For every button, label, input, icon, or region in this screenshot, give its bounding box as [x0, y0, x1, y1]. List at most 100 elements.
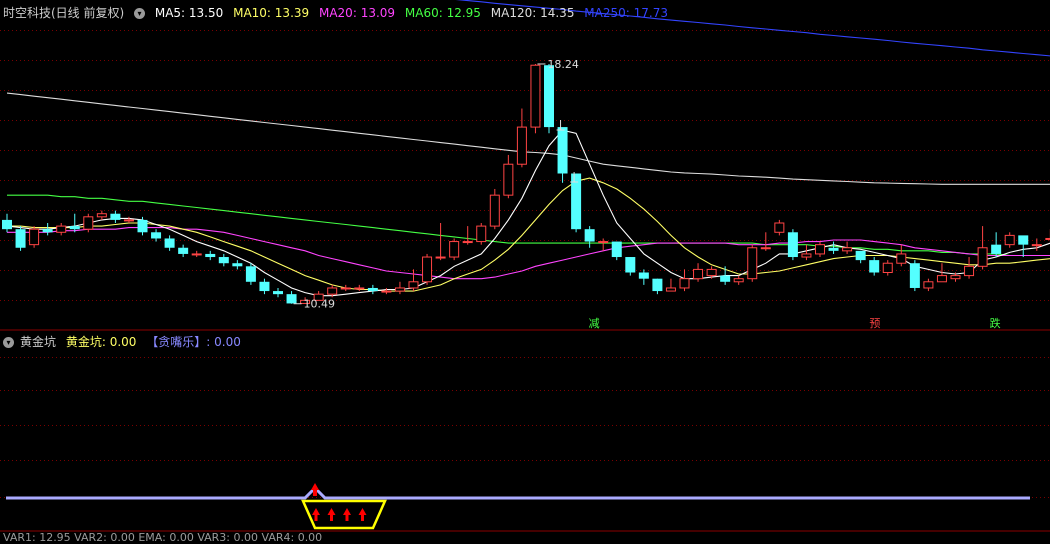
chart-canvas: 18.2410.49减预跌涨 [0, 0, 1050, 532]
candle-up [1031, 244, 1042, 247]
candle-up [882, 262, 893, 273]
candle-down [178, 247, 189, 254]
candle-down [557, 127, 568, 174]
candle-down [245, 266, 256, 282]
candle-down [1018, 235, 1029, 245]
signal-marker: 跌 [990, 316, 1001, 330]
candle-down [909, 263, 920, 288]
candle-up [381, 290, 392, 293]
up-arrow-icon [312, 508, 320, 515]
candle-up [1004, 234, 1015, 246]
candle-up [896, 253, 907, 264]
candle-down [2, 219, 12, 230]
ma10-line [7, 177, 1050, 292]
candle-down [286, 294, 297, 304]
indicator-title: 黄金坑 [20, 335, 57, 349]
candle-down [544, 65, 554, 128]
ma60-line [7, 194, 1050, 257]
candle-up [733, 278, 744, 283]
tanzuile-value: : 0.00 [206, 335, 241, 349]
candle-down [137, 219, 148, 233]
signal-marker: 预 [869, 317, 880, 330]
gold-pit-value: 黄金坑: 0.00 [65, 335, 137, 349]
candle-up [462, 241, 473, 244]
ma10-label: MA10: 13.39 [233, 6, 310, 20]
price-extreme-label: 10.49 [304, 298, 336, 311]
candle-up [354, 287, 365, 290]
candle-up [96, 213, 107, 218]
ma250-label: MA250: 17.73 [584, 6, 668, 20]
candle-down [367, 287, 378, 292]
candle-down [273, 291, 283, 295]
candle-up [83, 216, 94, 230]
candle-down [259, 281, 270, 292]
candle-down [787, 232, 798, 258]
candle-down [869, 260, 880, 273]
candle-up [964, 265, 975, 277]
candle-up [503, 163, 514, 196]
candle-up [923, 281, 934, 289]
candle-up [340, 287, 351, 290]
candle-down [232, 263, 243, 267]
candle-up [408, 281, 419, 289]
candle-up [693, 268, 704, 280]
main-chart-header: 时空科技(日线 前复权) ▾ MA5: 13.50 MA10: 13.39 MA… [3, 4, 674, 21]
candle-down [625, 257, 636, 273]
ma5-label: MA5: 13.50 [154, 6, 224, 20]
gold-pit-line [6, 485, 1030, 500]
candle-down [15, 229, 26, 248]
peak-arrow-icon [313, 490, 317, 496]
candle-up [191, 253, 202, 256]
ma20-line [7, 227, 1050, 280]
candle-up [679, 278, 690, 289]
candle-down [42, 229, 53, 233]
candle-up [327, 287, 338, 295]
candle-up [950, 275, 961, 280]
ma120-line [6, 92, 1050, 185]
candle-down [69, 226, 80, 230]
candle-down [611, 241, 622, 258]
candle-up [842, 247, 853, 252]
candle-down [218, 257, 229, 264]
candle-up [394, 287, 405, 292]
candle-up [706, 268, 717, 277]
candle-down [205, 253, 216, 258]
candle-up [56, 225, 67, 233]
candle-up [530, 64, 541, 128]
candle-up [977, 247, 988, 267]
candle-down [720, 275, 731, 282]
peak-arrow-icon [311, 483, 319, 490]
candle-up [665, 287, 676, 292]
candle-up [435, 256, 446, 259]
candle-down [828, 247, 839, 251]
candle-up [449, 241, 460, 258]
dropdown-circle-icon[interactable]: ▾ [3, 337, 14, 348]
up-arrow-icon [343, 508, 351, 515]
ma60-label: MA60: 12.95 [404, 6, 481, 20]
candle-down [110, 213, 121, 220]
up-arrow-icon [361, 515, 364, 521]
candle-up [747, 247, 758, 280]
ma120-label: MA120: 14.35 [490, 6, 575, 20]
candle-up [476, 225, 487, 243]
candle-up [29, 228, 40, 246]
candle-up [760, 247, 771, 250]
candle-down [584, 229, 595, 242]
ma20-label: MA20: 13.09 [318, 6, 396, 20]
candle-up [815, 244, 825, 255]
candle-down [991, 244, 1002, 254]
up-arrow-icon [345, 515, 349, 521]
footer-readout: VAR1: 12.95 VAR2: 0.00 EMA: 0.00 VAR3: 0… [3, 531, 323, 544]
candle-down [855, 250, 866, 261]
up-arrow-icon [330, 515, 333, 521]
indicator-header: ▾ 黄金坑 黄金坑: 0.00 【贪嘴乐】: 0.00 [3, 333, 247, 350]
dropdown-circle-icon[interactable]: ▾ [134, 8, 146, 19]
candle-up [801, 253, 812, 258]
up-arrow-icon [314, 515, 318, 521]
candle-up [489, 194, 500, 227]
up-arrow-icon [358, 508, 367, 515]
candle-up [598, 241, 609, 244]
stock-title: 时空科技(日线 前复权) [3, 6, 125, 20]
candle-down [652, 278, 663, 292]
candle-down [638, 272, 649, 279]
